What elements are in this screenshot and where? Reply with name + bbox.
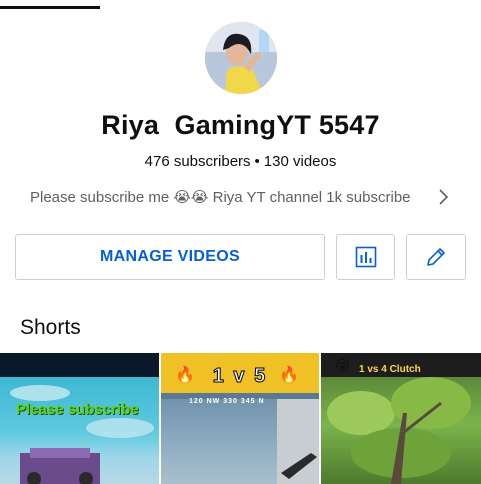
edit-channel-button[interactable] <box>406 234 466 280</box>
video-count: 130 videos <box>263 153 337 170</box>
short-overlay-text: Please subscribe <box>16 401 139 418</box>
channel-stats: 476 subscribers • 130 videos <box>0 153 481 170</box>
tab-indicator <box>0 6 100 9</box>
short-thumbnail-image <box>10 385 154 484</box>
compass-text: 120 NW 330 345 N <box>189 398 265 405</box>
manage-videos-label: MANAGE VIDEOS <box>100 248 240 265</box>
manage-videos-button[interactable]: MANAGE VIDEOS <box>15 234 325 280</box>
short-thumbnail[interactable]: Please subscribe <box>0 353 159 484</box>
channel-name: Riya GamingYT 5547 <box>101 110 380 140</box>
short-overlay-text: 1 vs 4 Clutch <box>359 364 421 375</box>
shorts-shelf: Please subscribe 🔥 1 v 5 🔥 120 NW 330 34… <box>0 353 481 484</box>
analytics-icon <box>355 246 376 268</box>
analytics-button[interactable] <box>336 234 395 280</box>
chevron-right-icon[interactable] <box>438 188 450 206</box>
avatar[interactable] <box>205 22 277 94</box>
short-thumbnail[interactable]: 😜 1 vs 4 Clutch <box>321 353 481 484</box>
avatar-image <box>205 22 277 94</box>
short-thumbnail[interactable]: 🔥 1 v 5 🔥 120 NW 330 345 N <box>161 353 319 484</box>
pencil-icon <box>427 248 445 266</box>
stats-separator: • <box>254 153 260 170</box>
fire-icon: 🔥 <box>279 367 299 384</box>
shorts-section-title: Shorts <box>20 316 81 339</box>
subscriber-count: 476 subscribers <box>144 153 251 170</box>
channel-description[interactable]: Please subscribe me 😭😭 Riya YT channel 1… <box>30 188 411 206</box>
winking-face-icon: 😜 <box>335 357 350 373</box>
